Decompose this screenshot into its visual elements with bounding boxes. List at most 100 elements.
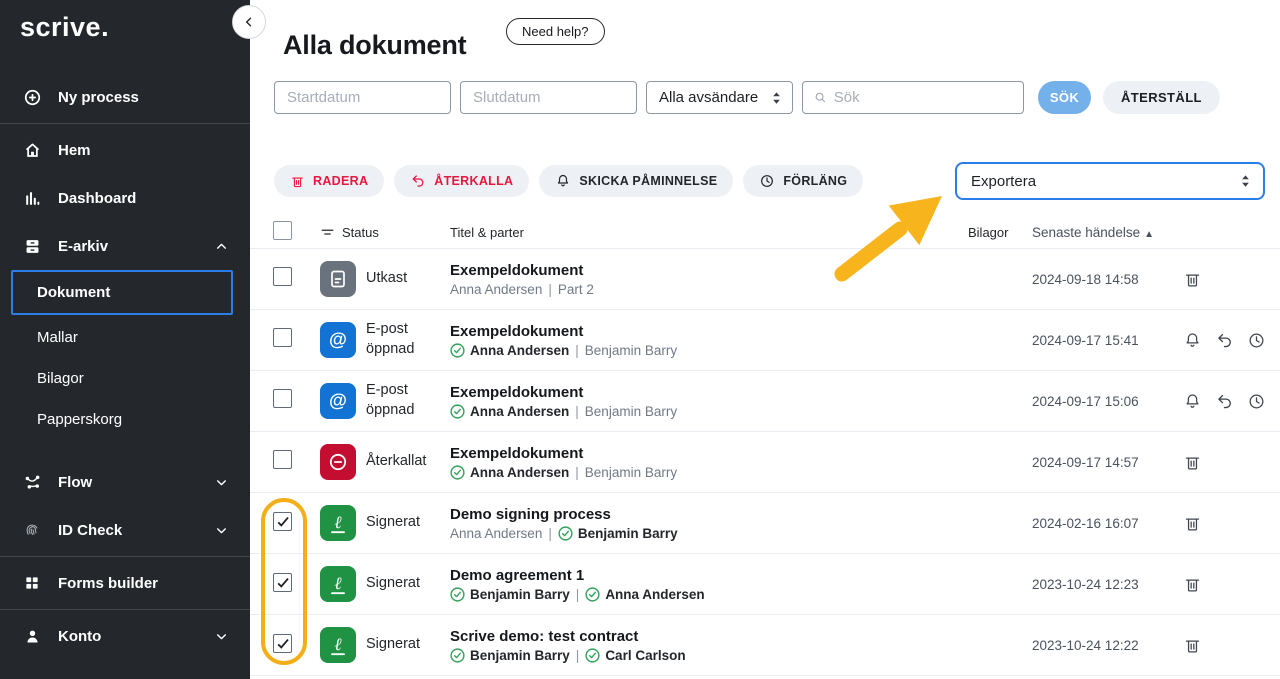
sidebar-item-dokument[interactable]: Dokument	[11, 270, 233, 315]
sender-select[interactable]: Alla avsändare	[646, 81, 793, 114]
undo-icon[interactable]	[1215, 331, 1234, 350]
need-help-button[interactable]: Need help?	[506, 18, 605, 45]
column-header-title[interactable]: Titel & parter	[450, 225, 968, 240]
sidebar-item-earkiv[interactable]: E-arkiv	[0, 222, 250, 270]
party-separator: |	[576, 587, 580, 602]
table-row[interactable]: ℓSigneratDemo signing processAnna Anders…	[250, 493, 1280, 554]
sidebar-item-bilagor[interactable]: Bilagor	[0, 358, 250, 399]
sort-arrows-icon	[771, 91, 782, 105]
bell-icon[interactable]	[1183, 331, 1202, 350]
party-name: Benjamin Barry	[585, 343, 677, 358]
clock-icon[interactable]	[1247, 392, 1266, 411]
sub-item-label: Mallar	[37, 329, 78, 346]
trash-icon[interactable]	[1183, 575, 1202, 594]
signed-check-icon	[450, 343, 465, 358]
svg-text:ℓ: ℓ	[334, 513, 341, 533]
party-name: Benjamin Barry	[585, 465, 677, 480]
sidebar-item-label: ID Check	[58, 522, 122, 539]
row-checkbox[interactable]	[273, 573, 292, 592]
party-name: Anna Andersen	[450, 526, 542, 541]
signed-check-icon	[450, 587, 465, 602]
status-email-icon: @	[320, 383, 356, 419]
row-checkbox[interactable]	[273, 634, 292, 653]
status-label: Signerat	[366, 574, 450, 594]
party-separator: |	[548, 526, 552, 541]
row-checkbox[interactable]	[273, 512, 292, 531]
document-title[interactable]: Demo signing process	[450, 506, 968, 523]
chevron-up-icon	[215, 240, 228, 253]
signed-check-icon	[585, 648, 600, 663]
sidebar-item-new-process[interactable]: Ny process	[0, 73, 250, 121]
sidebar-item-home[interactable]: Hem	[0, 126, 250, 174]
status-label: Återkallat	[366, 452, 450, 472]
party-name: Benjamin Barry	[470, 587, 570, 602]
status-signed-icon: ℓ	[320, 627, 356, 663]
search-input[interactable]	[834, 82, 1023, 113]
export-select[interactable]: Exportera	[955, 162, 1265, 200]
document-title[interactable]: Exempeldokument	[450, 384, 968, 401]
table-row[interactable]: @E-post öppnadExempeldokumentAnna Anders…	[250, 310, 1280, 371]
sidebar-item-id-check[interactable]: ID Check	[0, 506, 250, 554]
document-title[interactable]: Scrive demo: test contract	[450, 628, 968, 645]
column-header-last-event[interactable]: Senaste händelse▲	[1028, 225, 1183, 240]
party-name: Carl Carlson	[605, 648, 685, 663]
earkiv-sub-list: Dokument Mallar Bilagor Papperskorg	[0, 270, 250, 444]
document-title[interactable]: Demo agreement 1	[450, 567, 968, 584]
start-date-input[interactable]	[275, 82, 450, 113]
status-label: Utkast	[366, 269, 450, 289]
grid-icon	[22, 574, 42, 592]
table-row[interactable]: UtkastExempeldokumentAnna Andersen|Part …	[250, 249, 1280, 310]
row-actions	[1183, 331, 1280, 350]
sidebar-item-flow[interactable]: Flow	[0, 458, 250, 506]
table-row[interactable]: ℓSigneratDemo agreement 1Benjamin Barry|…	[250, 554, 1280, 615]
send-reminder-button[interactable]: SKICKA PÅMINNELSE	[539, 165, 733, 197]
delete-button[interactable]: RADERA	[274, 165, 384, 197]
table-row[interactable]: ÅterkallatExempeldokumentAnna Andersen|B…	[250, 432, 1280, 493]
svg-text:ℓ: ℓ	[334, 635, 341, 655]
end-date-input[interactable]	[461, 82, 636, 113]
sidebar-item-konto[interactable]: Konto	[0, 612, 250, 660]
sidebar-item-dashboard[interactable]: Dashboard	[0, 174, 250, 222]
trash-icon[interactable]	[1183, 453, 1202, 472]
sidebar-divider	[0, 556, 250, 557]
party: Anna Andersen	[450, 282, 542, 297]
sidebar-item-forms-builder[interactable]: Forms builder	[0, 559, 250, 607]
party-name: Anna Andersen	[470, 343, 569, 358]
search-button[interactable]: SÖK	[1038, 81, 1091, 114]
signed-check-icon	[558, 526, 573, 541]
party: Anna Andersen	[450, 526, 542, 541]
sidebar-item-papperskorg[interactable]: Papperskorg	[0, 399, 250, 440]
table-row[interactable]: ℓSigneratScrive demo: test contractBenja…	[250, 615, 1280, 676]
row-checkbox[interactable]	[273, 450, 292, 469]
signed-check-icon	[450, 404, 465, 419]
recall-button[interactable]: ÅTERKALLA	[394, 165, 529, 197]
trash-icon[interactable]	[1183, 270, 1202, 289]
column-header-status[interactable]: Status	[320, 225, 450, 240]
sidebar-collapse-button[interactable]	[232, 5, 266, 39]
reset-button[interactable]: ÅTERSTÄLL	[1103, 81, 1220, 114]
party-name: Part 2	[558, 282, 594, 297]
party: Benjamin Barry	[585, 343, 677, 358]
trash-icon[interactable]	[1183, 636, 1202, 655]
party-separator: |	[575, 343, 579, 358]
undo-icon[interactable]	[1215, 392, 1234, 411]
row-checkbox[interactable]	[273, 328, 292, 347]
table-row[interactable]: @E-post öppnadExempeldokumentAnna Anders…	[250, 371, 1280, 432]
sidebar-item-mallar[interactable]: Mallar	[0, 317, 250, 358]
timestamp: 2024-09-18 14:58	[1028, 272, 1183, 287]
row-checkbox[interactable]	[273, 389, 292, 408]
select-all-checkbox[interactable]	[273, 221, 292, 240]
document-title[interactable]: Exempeldokument	[450, 262, 968, 279]
clock-icon[interactable]	[1247, 331, 1266, 350]
bell-icon[interactable]	[1183, 392, 1202, 411]
trash-icon[interactable]	[1183, 514, 1202, 533]
party: Anna Andersen	[585, 587, 704, 602]
document-title[interactable]: Exempeldokument	[450, 445, 968, 462]
party: Part 2	[558, 282, 594, 297]
row-checkbox[interactable]	[273, 267, 292, 286]
party-separator: |	[575, 404, 579, 419]
extend-button[interactable]: FÖRLÄNG	[743, 165, 863, 197]
timestamp: 2024-09-17 15:41	[1028, 333, 1183, 348]
column-header-attachments[interactable]: Bilagor	[968, 225, 1028, 240]
document-title[interactable]: Exempeldokument	[450, 323, 968, 340]
